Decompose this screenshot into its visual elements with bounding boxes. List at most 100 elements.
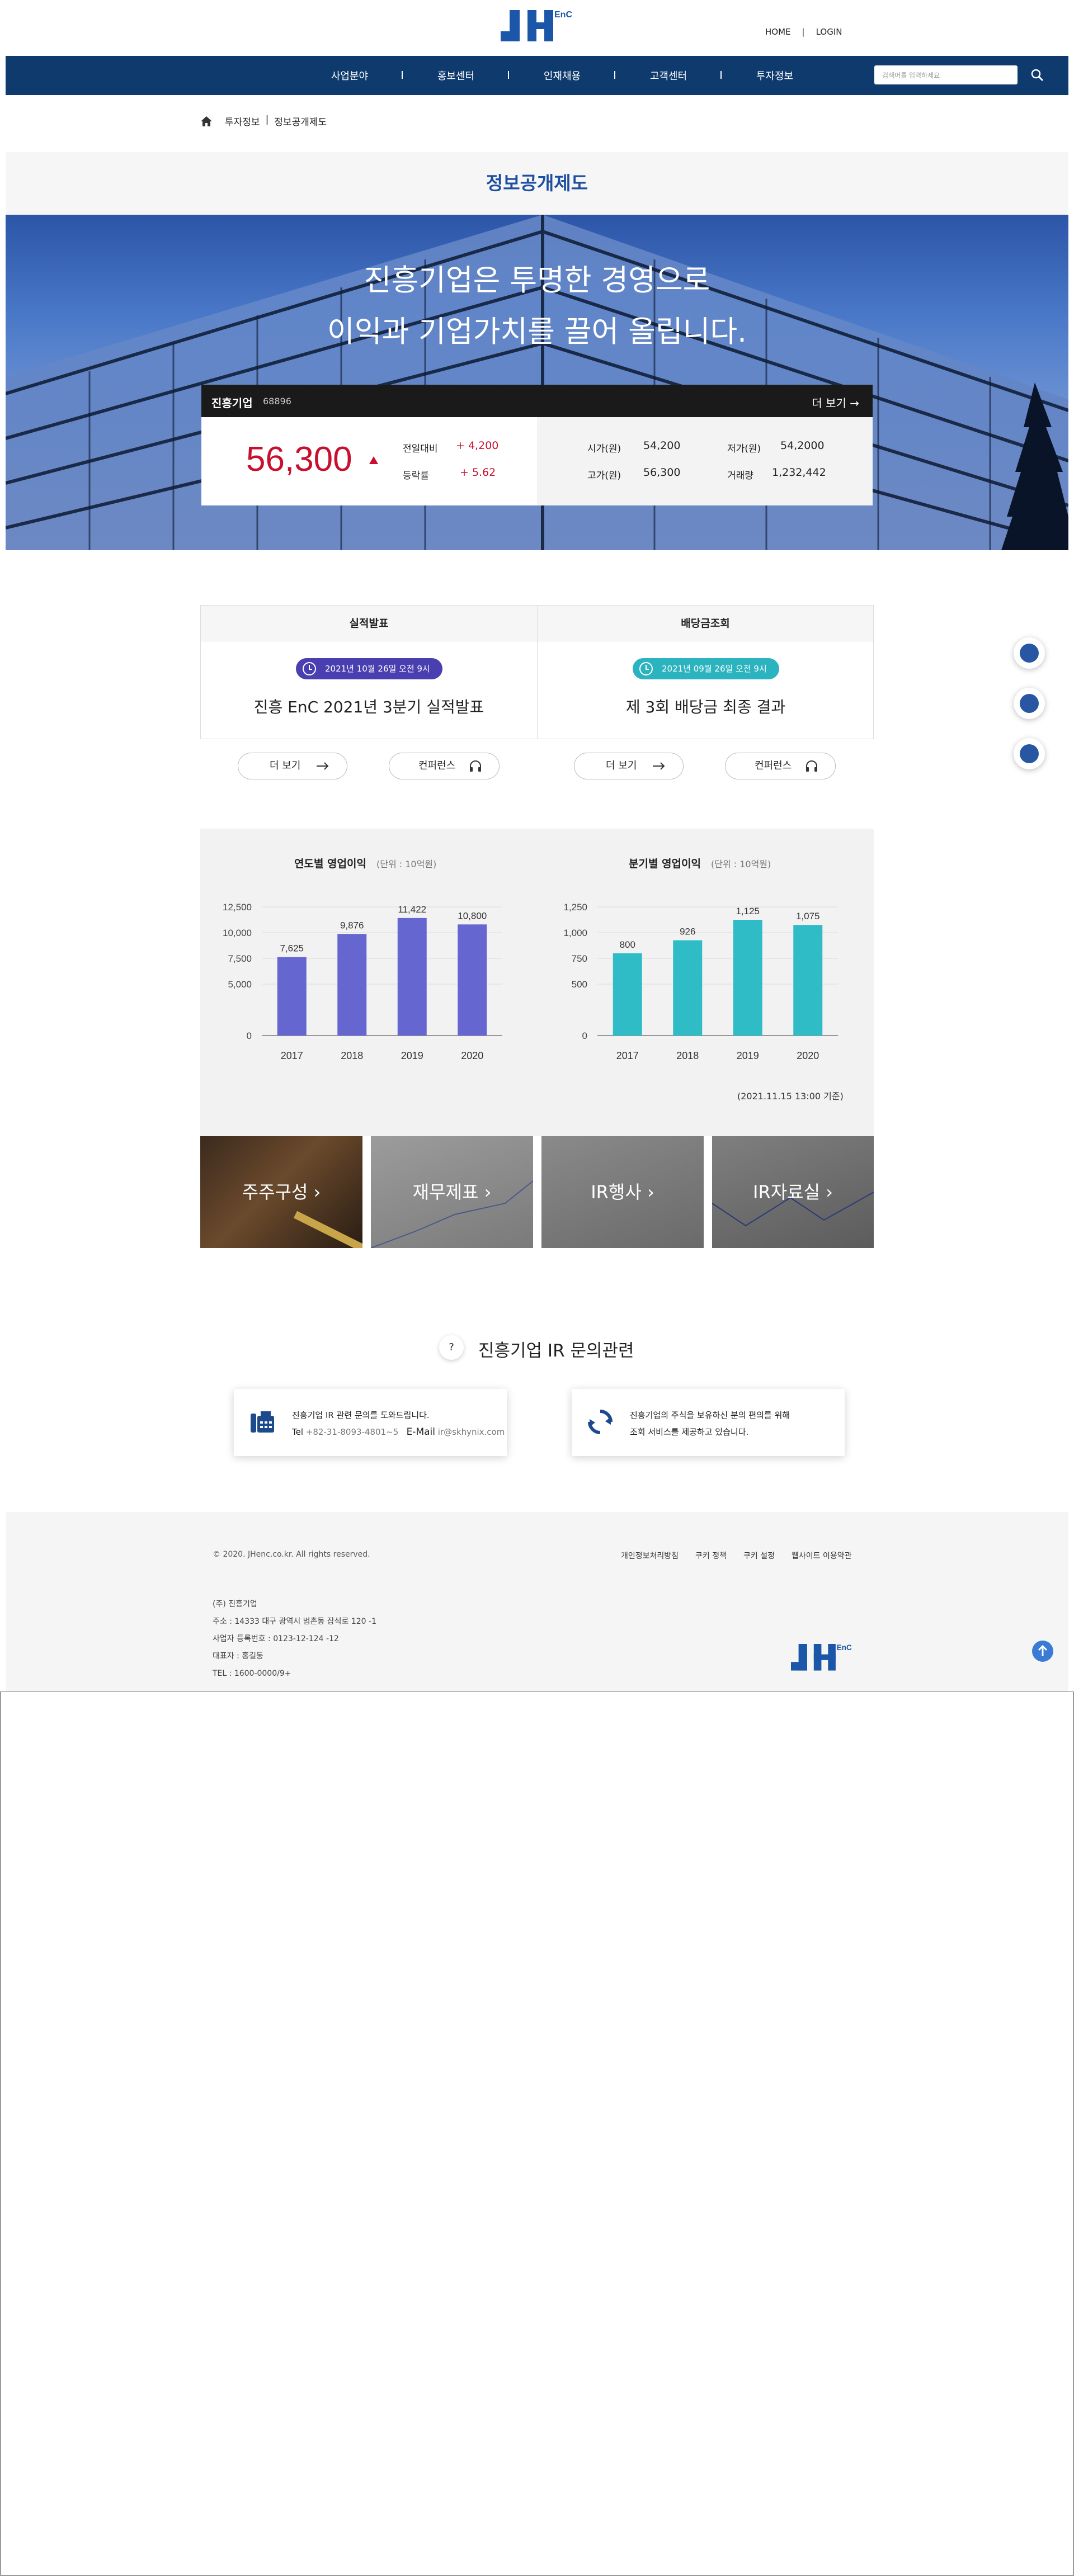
quarterly-chart-unit: (단위 : 10억원) [710, 859, 771, 869]
change-value: + 4,200 [456, 439, 499, 452]
nav-item-business[interactable]: 사업분야 [296, 68, 403, 83]
earnings-date: 2021년 10월 26일 오전 9시 [325, 664, 430, 674]
nav-menu: 사업분야 홍보센터 인재채용 고객센터 투자정보 [296, 56, 828, 95]
annual-chart-title-text: 연도별 영업이익 [294, 858, 366, 870]
dividend-conference-label: 컨퍼런스 [755, 760, 792, 772]
dividend-date-badge: 2021년 09월 26일 오전 9시 [633, 658, 779, 679]
hero-title: 진흥기업은 투명한 경영으로 이익과 기업가치를 끌어 올립니다. [6, 255, 1068, 358]
company-ceo: 대표자 : 홍길동 [213, 1652, 263, 1661]
stock-price: 56,300 [246, 440, 352, 479]
rate-label: 등락률 [403, 470, 429, 481]
footer-link-privacy[interactable]: 개인정보처리방침 [621, 1550, 679, 1561]
stock-inquiry-line1: 진흥기업의 주식을 보유하신 분의 편의를 위해 [630, 1410, 790, 1420]
dividend-more-label: 더 보기 [606, 760, 637, 772]
home-link[interactable]: HOME [765, 27, 791, 37]
chart-as-of: (2021.11.15 13:00 기준) [737, 1091, 844, 1102]
dividend-more-button[interactable]: 더 보기 [574, 753, 684, 779]
y-tick-label: 7,500 [228, 953, 252, 964]
tile-ir-events[interactable]: IR행사 › [541, 1136, 704, 1248]
arrow-right-icon [653, 762, 665, 770]
counselor-float-button[interactable] [1014, 688, 1045, 719]
company-tel: TEL : 1600-0000/9+ [213, 1669, 291, 1678]
logo[interactable]: EnC [501, 10, 572, 41]
ir-email-value[interactable]: ir@skhynix.com [438, 1427, 505, 1437]
annual-bar-chart: 0 5,000 7,500 10,000 12,500 7,625 2017 9,876 201… [223, 902, 502, 1061]
earnings-title: 진흥 EnC 2021년 3분기 실적발표 [253, 698, 484, 716]
footer-logo: EnC [791, 1644, 852, 1671]
company-info: (주) 진흥기업 주소 : 14333 대구 광역시 범촌동 잡석로 120 -… [213, 1596, 376, 1682]
stock-name: 진흥기업 [211, 396, 253, 410]
home-icon[interactable] [200, 115, 213, 127]
stock-inquiry-card[interactable]: 진흥기업의 주식을 보유하신 분의 편의를 위해 조회 서비스를 제공하고 있습… [572, 1389, 845, 1456]
y-tick-label: 750 [572, 953, 587, 964]
footer-link-terms[interactable]: 웹사이트 이용약관 [792, 1550, 852, 1561]
data-label: 800 [620, 939, 635, 950]
earnings-card[interactable]: 2021년 10월 26일 오전 9시 진흥 EnC 2021년 3분기 실적발… [201, 641, 537, 739]
page: EnC HOME | LOGIN 사업분야 홍보센터 인재채용 고객센터 투자정… [0, 0, 1074, 2576]
scroll-top-button[interactable] [1032, 1641, 1053, 1662]
stock-header: 진흥기업 68896 더 보기 → [201, 385, 873, 417]
annual-chart-title: 연도별 영업이익 (단위 : 10억원) [294, 855, 436, 871]
ir-contact-text: 진흥기업 IR 관련 문의를 도와드립니다. Tel +82-31-8093-4… [292, 1407, 505, 1440]
clock-icon [639, 662, 653, 675]
bar-2020 [793, 925, 823, 1036]
dividend-card[interactable]: 2021년 09월 26일 오전 9시 제 3회 배당금 최종 결과 [537, 641, 873, 739]
y-tick-label: 10,000 [223, 928, 252, 938]
ir-tel-value[interactable]: +82-31-8093-4801~5 [306, 1427, 398, 1437]
top-header: EnC HOME | LOGIN [0, 0, 1074, 56]
y-tick-label: 1,250 [563, 902, 587, 913]
tile-ir-library[interactable]: IR자료실 › [712, 1136, 874, 1248]
announcement-panel: 실적발표 배당금조회 2021년 10월 26일 오전 9시 진흥 EnC 20… [200, 605, 874, 739]
nav-item-investor[interactable]: 투자정보 [722, 68, 828, 83]
bar-2017 [277, 957, 307, 1036]
x-tick-label: 2018 [676, 1050, 699, 1061]
stock-code: 68896 [263, 396, 291, 407]
tile-ir-events-label: IR행사 › [591, 1181, 654, 1203]
nav-item-recruit[interactable]: 인재채용 [509, 68, 615, 83]
breadcrumb-item-investor[interactable]: 투자정보 [225, 114, 260, 128]
search-input[interactable]: 검색어를 입력하세요 [874, 65, 1018, 84]
hero-title-line2: 이익과 기업가치를 끌어 올립니다. [327, 315, 747, 349]
page-title: 정보공개제도 [486, 172, 588, 194]
ir-contact-card: 진흥기업 IR 관련 문의를 도와드립니다. Tel +82-31-8093-4… [234, 1389, 507, 1456]
earnings-more-label: 더 보기 [270, 760, 301, 772]
arrow-right-icon: → [850, 396, 859, 410]
stock-inquiry-line2: 조회 서비스를 제공하고 있습니다. [630, 1427, 749, 1437]
annual-chart-unit: (단위 : 10억원) [376, 859, 437, 869]
bar-2018 [673, 940, 703, 1036]
rate-value: + 5.62 [460, 466, 496, 479]
stock-detail-area: 시가(원) 54,200 저가(원) 54,2000 고가(원) 56,300 … [537, 417, 873, 505]
x-tick-label: 2017 [616, 1050, 639, 1061]
price-up-icon [369, 456, 378, 464]
document-float-button[interactable] [1014, 637, 1045, 669]
company-biz-no: 사업자 등록번호 : 0123-12-124 -12 [213, 1634, 339, 1643]
data-label: 11,422 [398, 904, 426, 915]
nav-item-customer[interactable]: 고객센터 [615, 68, 722, 83]
x-tick-label: 2019 [737, 1050, 759, 1061]
low-value: 54,2000 [780, 439, 825, 452]
y-tick-label: 5,000 [228, 979, 252, 990]
footer-link-cookie-settings[interactable]: 쿠키 설정 [743, 1550, 775, 1561]
refresh-icon [588, 1410, 613, 1434]
nav-item-pr[interactable]: 홍보센터 [403, 68, 509, 83]
footer-link-cookie-policy[interactable]: 쿠키 정책 [695, 1550, 727, 1561]
tile-shareholders[interactable]: 주주구성 › [200, 1136, 362, 1248]
login-link[interactable]: LOGIN [816, 27, 842, 37]
stock-price-area: 56,300 전일대비 + 4,200 등락률 + 5.62 [201, 417, 537, 505]
quarterly-chart-title: 분기별 영업이익 (단위 : 10억원) [629, 855, 771, 871]
data-label: 1,075 [796, 911, 820, 921]
stock-more-link[interactable]: 더 보기 → [812, 394, 859, 410]
stock-inquiry-text: 진흥기업의 주식을 보유하신 분의 편의를 위해 조회 서비스를 제공하고 있습… [630, 1407, 790, 1440]
tile-financials[interactable]: 재무제표 › [371, 1136, 533, 1248]
search-icon[interactable] [1029, 67, 1045, 83]
y-tick-label: 0 [247, 1031, 252, 1041]
earnings-more-button[interactable]: 더 보기 [238, 753, 347, 779]
dividend-conference-button[interactable]: 컨퍼런스 [725, 753, 836, 779]
earnings-date-badge: 2021년 10월 26일 오전 9시 [296, 658, 442, 679]
stock-more-label: 더 보기 [812, 396, 846, 410]
chat-float-button[interactable] [1014, 738, 1045, 769]
earnings-conference-button[interactable]: 컨퍼런스 [389, 753, 500, 779]
bar-2018 [337, 934, 367, 1036]
high-label: 고가(원) [587, 470, 621, 481]
empty-frame [0, 1691, 1074, 2576]
